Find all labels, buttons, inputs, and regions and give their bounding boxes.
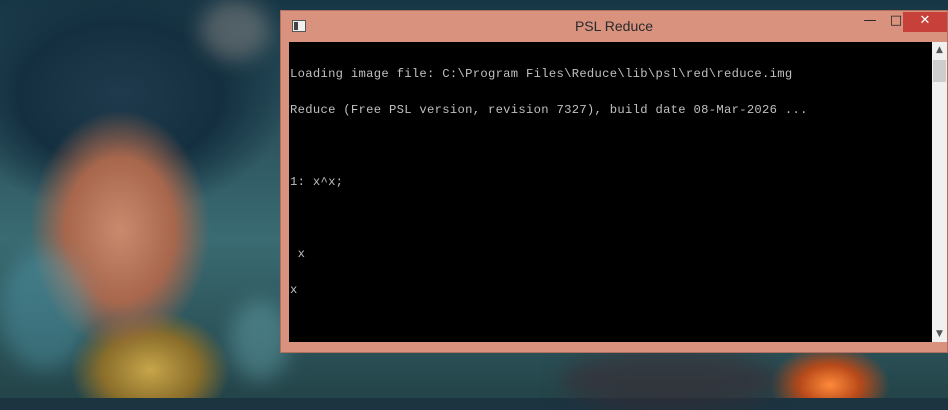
scroll-down-icon[interactable]: ▼ — [932, 326, 947, 342]
window-titlebar[interactable]: PSL Reduce — □ ✕ — [281, 11, 947, 41]
wallpaper-glow — [200, 0, 270, 60]
minimize-icon[interactable]: — — [856, 12, 884, 32]
close-icon[interactable]: ✕ — [903, 12, 947, 32]
console-line: x — [290, 283, 298, 297]
console-line: 1: x^x; — [290, 175, 344, 189]
scroll-thumb[interactable] — [933, 60, 946, 82]
window-title: PSL Reduce — [574, 18, 654, 34]
wallpaper-glow — [560, 350, 780, 410]
scroll-up-icon[interactable]: ▲ — [932, 42, 947, 58]
vertical-scrollbar[interactable]: ▲ ▼ — [932, 42, 947, 342]
console-line: x — [290, 247, 306, 261]
console-line: Loading image file: C:\Program Files\Red… — [290, 67, 793, 81]
console-output[interactable]: Loading image file: C:\Program Files\Red… — [289, 42, 932, 342]
psl-reduce-window[interactable]: PSL Reduce — □ ✕ Loading image file: C:\… — [280, 10, 948, 353]
wallpaper-glow — [0, 250, 90, 370]
console-line: Reduce (Free PSL version, revision 7327)… — [290, 103, 808, 117]
